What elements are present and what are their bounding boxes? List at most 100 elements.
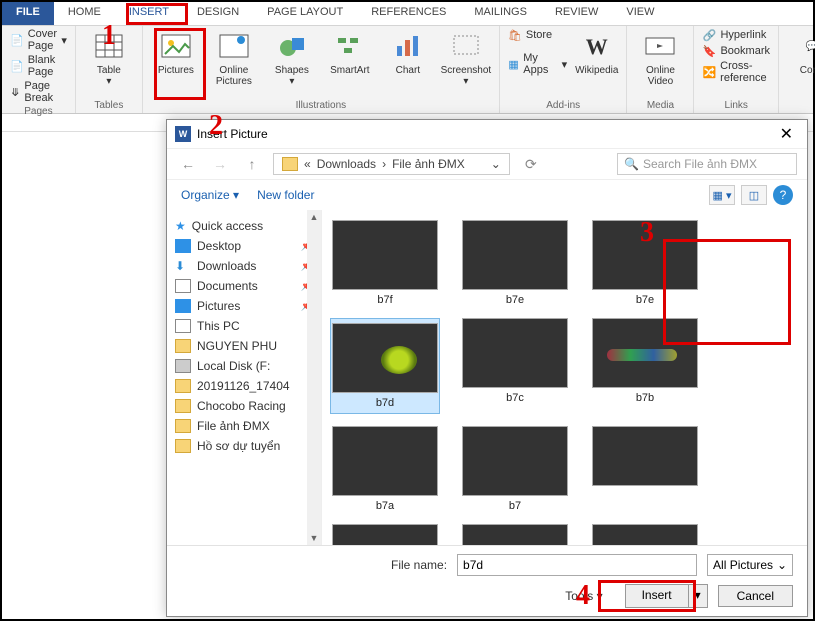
smartart-icon [334,30,366,62]
tab-pagelayout[interactable]: PAGE LAYOUT [253,2,357,25]
sidebar-scrollbar[interactable]: ▲▼ [307,210,321,545]
scroll-down-icon[interactable]: ▼ [310,531,319,545]
sidebar-item-chocobo[interactable]: Chocobo Racing [171,396,317,416]
file-thumb[interactable] [590,524,700,545]
file-thumb[interactable]: b7 [460,426,570,512]
view-mode-button[interactable]: ▦ ▾ [709,185,735,205]
blankpage-icon: 📄 [10,59,24,73]
sidebar-item-fileanh[interactable]: File ảnh ĐMX [171,416,317,436]
sidebar-item-20191126[interactable]: 20191126_17404 [171,376,317,396]
search-placeholder: Search File ảnh ĐMX [643,157,757,171]
file-thumb[interactable]: b7b [590,318,700,414]
up-button[interactable]: ↑ [241,153,263,175]
filename-input[interactable] [457,554,697,576]
smartart-button[interactable]: SmartArt [325,28,375,76]
insert-button-dropdown[interactable]: ▾ [689,585,707,607]
sidebar-item-thispc[interactable]: This PC [171,316,317,336]
scroll-up-icon[interactable]: ▲ [310,210,319,224]
group-label-pages: Pages [10,106,67,117]
dialog-body: ★Quick access Desktop📌 ⬇Downloads📌 Docum… [167,210,807,545]
sidebar-item-hoso[interactable]: Hồ sơ dự tuyển [171,436,317,456]
file-thumb[interactable]: b7f [330,220,440,306]
pictures-icon [160,30,192,62]
thumbnail-image [332,426,438,496]
search-input[interactable]: 🔍 Search File ảnh ĐMX [617,153,797,175]
chart-button[interactable]: Chart [383,28,433,76]
file-thumb-selected[interactable]: b7d [330,318,440,414]
sidebar-item-nguyenphu[interactable]: NGUYEN PHU [171,336,317,356]
preview-pane-button[interactable]: ◫ [741,185,767,205]
group-label-links: Links [702,100,770,111]
tab-mailings[interactable]: MAILINGS [460,2,541,25]
dialog-bottom: File name: All Pictures⌄ Tools ▾ Insert▾… [167,545,807,616]
tab-view[interactable]: VIEW [612,2,668,25]
sidebar-item-downloads[interactable]: ⬇Downloads📌 [171,256,317,276]
file-thumb[interactable] [330,524,440,545]
hyperlink-button[interactable]: 🔗Hyperlink [702,28,770,42]
myapps-button[interactable]: ▦My Apps▾ [508,52,567,76]
comment-button[interactable]: 💬Comr [787,28,815,76]
tab-insert[interactable]: INSERT [115,2,183,25]
sidebar-item-label: Hồ sơ dự tuyển [197,439,280,453]
callout-1: 1 [102,20,116,52]
sidebar-item-pictures[interactable]: Pictures📌 [171,296,317,316]
thumbnail-image [592,318,698,388]
group-media: Online Video Media [627,26,694,113]
tab-file[interactable]: FILE [2,2,54,25]
tab-design[interactable]: DESIGN [183,2,253,25]
breadcrumb-part-1[interactable]: Downloads [317,157,376,171]
blank-page-button[interactable]: 📄Blank Page [10,54,67,78]
chevron-down-icon: ⌄ [777,558,787,572]
breadcrumb[interactable]: « Downloads › File ảnh ĐMX ⌄ [273,153,510,175]
screenshot-button[interactable]: Screenshot▾ [441,28,491,87]
crossref-button[interactable]: 🔀Cross-reference [702,60,770,84]
store-button[interactable]: 🛍Store [508,28,567,42]
forward-button[interactable]: → [209,153,231,175]
insert-button-main[interactable]: Insert [626,585,689,607]
search-icon: 🔍 [624,157,639,171]
file-thumb[interactable] [460,524,570,545]
close-button[interactable]: ✕ [774,124,799,144]
file-thumb[interactable] [590,426,700,512]
shapes-button[interactable]: Shapes▾ [267,28,317,87]
dropdown-icon: ▾ [597,589,603,603]
help-button[interactable]: ? [773,185,793,205]
thumbnail-caption: b7f [377,294,392,306]
sidebar-item-localdisk[interactable]: Local Disk (F: [171,356,317,376]
back-button[interactable]: ← [177,153,199,175]
table-label: Table [97,65,121,76]
refresh-button[interactable]: ⟳ [520,153,542,175]
online-pictures-button[interactable]: Online Pictures [209,28,259,87]
tab-references[interactable]: REFERENCES [357,2,460,25]
insert-button[interactable]: Insert▾ [625,584,708,608]
cancel-button[interactable]: Cancel [718,585,793,607]
group-addins: 🛍Store ▦My Apps▾ WWikipedia Add-ins [500,26,628,113]
wikipedia-button[interactable]: WWikipedia [575,28,618,76]
organize-button[interactable]: Organize ▾ [181,188,239,202]
bookmark-button[interactable]: 🔖Bookmark [702,44,770,58]
file-filter-dropdown[interactable]: All Pictures⌄ [707,554,793,576]
cover-page-button[interactable]: 📄Cover Page▾ [10,28,67,52]
ribbon-tabs: FILE HOME INSERT DESIGN PAGE LAYOUT REFE… [2,2,813,26]
thumbnail-caption: b7d [376,397,394,409]
file-thumb[interactable]: b7a [330,426,440,512]
sidebar-item-desktop[interactable]: Desktop📌 [171,236,317,256]
chevron-down-icon[interactable]: ⌄ [491,157,501,171]
breadcrumb-part-2[interactable]: File ảnh ĐMX [392,157,465,171]
online-pictures-label: Online Pictures [209,65,259,87]
online-video-button[interactable]: Online Video [635,28,685,87]
new-folder-button[interactable]: New folder [257,188,314,202]
folder-icon [175,379,191,393]
pictures-button[interactable]: Pictures [151,28,201,76]
group-label-media: Media [635,100,685,111]
tab-review[interactable]: REVIEW [541,2,612,25]
page-break-button[interactable]: ⤋Page Break [10,80,67,104]
group-label-tables: Tables [84,100,134,111]
dialog-nav: ← → ↑ « Downloads › File ảnh ĐMX ⌄ ⟳ 🔍 Se… [167,148,807,180]
file-thumb[interactable]: b7e [460,220,570,306]
sidebar-item-documents[interactable]: Documents📌 [171,276,317,296]
file-thumb[interactable]: b7c [460,318,570,414]
sidebar: ★Quick access Desktop📌 ⬇Downloads📌 Docum… [167,210,322,545]
sidebar-quick-access[interactable]: ★Quick access [171,216,317,236]
thumbnail-caption: b7c [506,392,524,404]
